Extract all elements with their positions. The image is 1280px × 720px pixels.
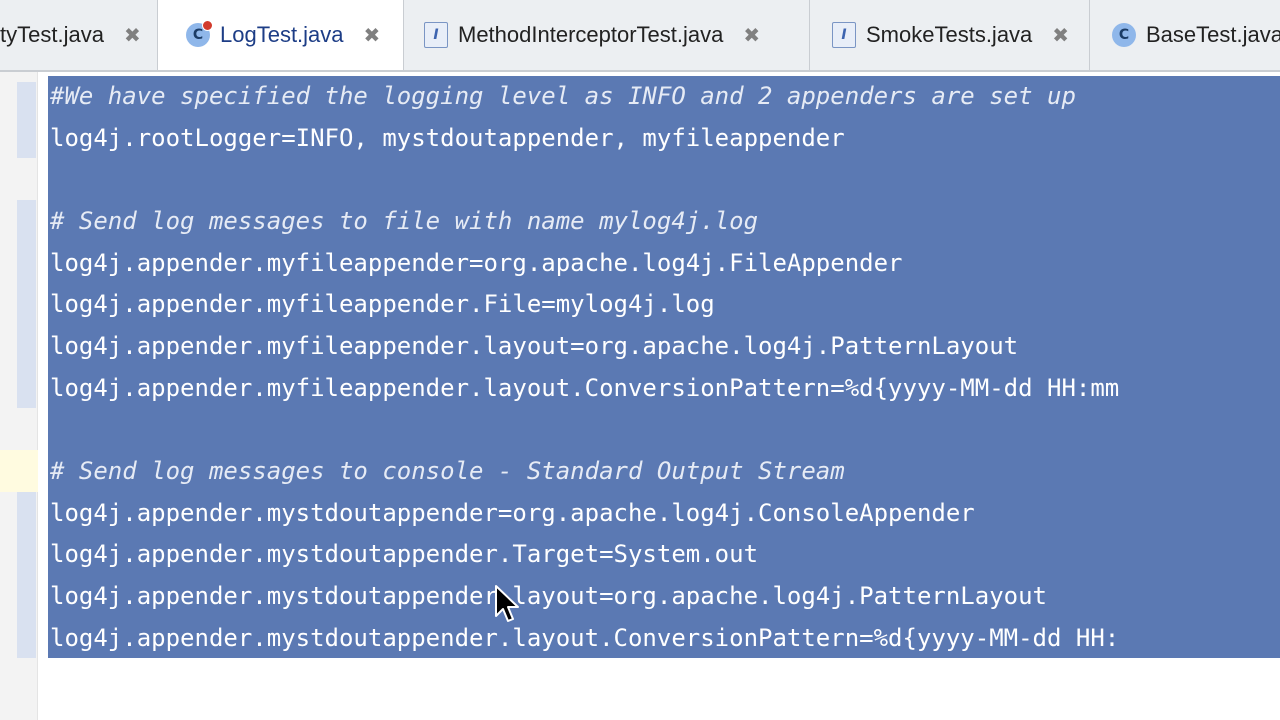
class-run-icon: C: [186, 20, 213, 47]
code-line[interactable]: log4j.appender.myfileappender=org.apache…: [50, 243, 903, 284]
interface-icon: I: [424, 22, 448, 48]
tab-label: LogTest.java: [220, 22, 344, 47]
code-line[interactable]: log4j.rootLogger=INFO, mystdoutappender,…: [50, 118, 845, 159]
tab-logtest[interactable]: C LogTest.java ✖: [158, 0, 404, 70]
close-icon[interactable]: ✖: [124, 23, 141, 47]
code-line[interactable]: log4j.appender.myfileappender.File=mylog…: [50, 284, 715, 325]
fold-marker: [17, 82, 36, 158]
close-icon[interactable]: ✖: [1052, 23, 1069, 47]
fold-marker: [17, 492, 36, 658]
tab-label: BaseTest.java: [1146, 22, 1280, 47]
code-line[interactable]: #We have specified the logging level as …: [50, 76, 1076, 117]
code-line[interactable]: log4j.appender.mystdoutappender=org.apac…: [50, 493, 975, 534]
tab-basetest[interactable]: C BaseTest.java: [1090, 0, 1280, 70]
close-icon[interactable]: ✖: [364, 23, 381, 47]
editor-gutter[interactable]: [0, 72, 38, 720]
class-icon: C: [1112, 23, 1136, 47]
code-line[interactable]: log4j.appender.mystdoutappender.layout.C…: [50, 618, 1119, 659]
tab-label: tyTest.java: [0, 22, 104, 47]
tab-methodinterceptortest[interactable]: I MethodInterceptorTest.java ✖: [404, 0, 810, 70]
code-editor[interactable]: #We have specified the logging level as …: [48, 72, 1280, 720]
code-line[interactable]: log4j.appender.myfileappender.layout=org…: [50, 326, 1018, 367]
current-line-marker: [0, 450, 38, 492]
interface-icon: I: [832, 22, 856, 48]
code-line[interactable]: # Send log messages to console - Standar…: [50, 451, 845, 492]
fold-marker: [17, 200, 36, 408]
editor-tab-bar: tyTest.java ✖ C LogTest.java ✖ I MethodI…: [0, 0, 1280, 72]
mouse-pointer-icon: [495, 585, 519, 622]
code-line[interactable]: log4j.appender.mystdoutappender.layout=o…: [50, 576, 1047, 617]
tab-label: MethodInterceptorTest.java: [458, 22, 724, 47]
close-icon[interactable]: ✖: [743, 23, 760, 47]
code-line[interactable]: log4j.appender.myfileappender.layout.Con…: [50, 368, 1119, 409]
code-line[interactable]: log4j.appender.mystdoutappender.Target=S…: [50, 534, 758, 575]
tab-tytest[interactable]: tyTest.java ✖: [0, 0, 158, 70]
tab-smoketests[interactable]: I SmokeTests.java ✖: [810, 0, 1090, 70]
tab-label: SmokeTests.java: [866, 22, 1033, 47]
code-line[interactable]: # Send log messages to file with name my…: [50, 201, 758, 242]
